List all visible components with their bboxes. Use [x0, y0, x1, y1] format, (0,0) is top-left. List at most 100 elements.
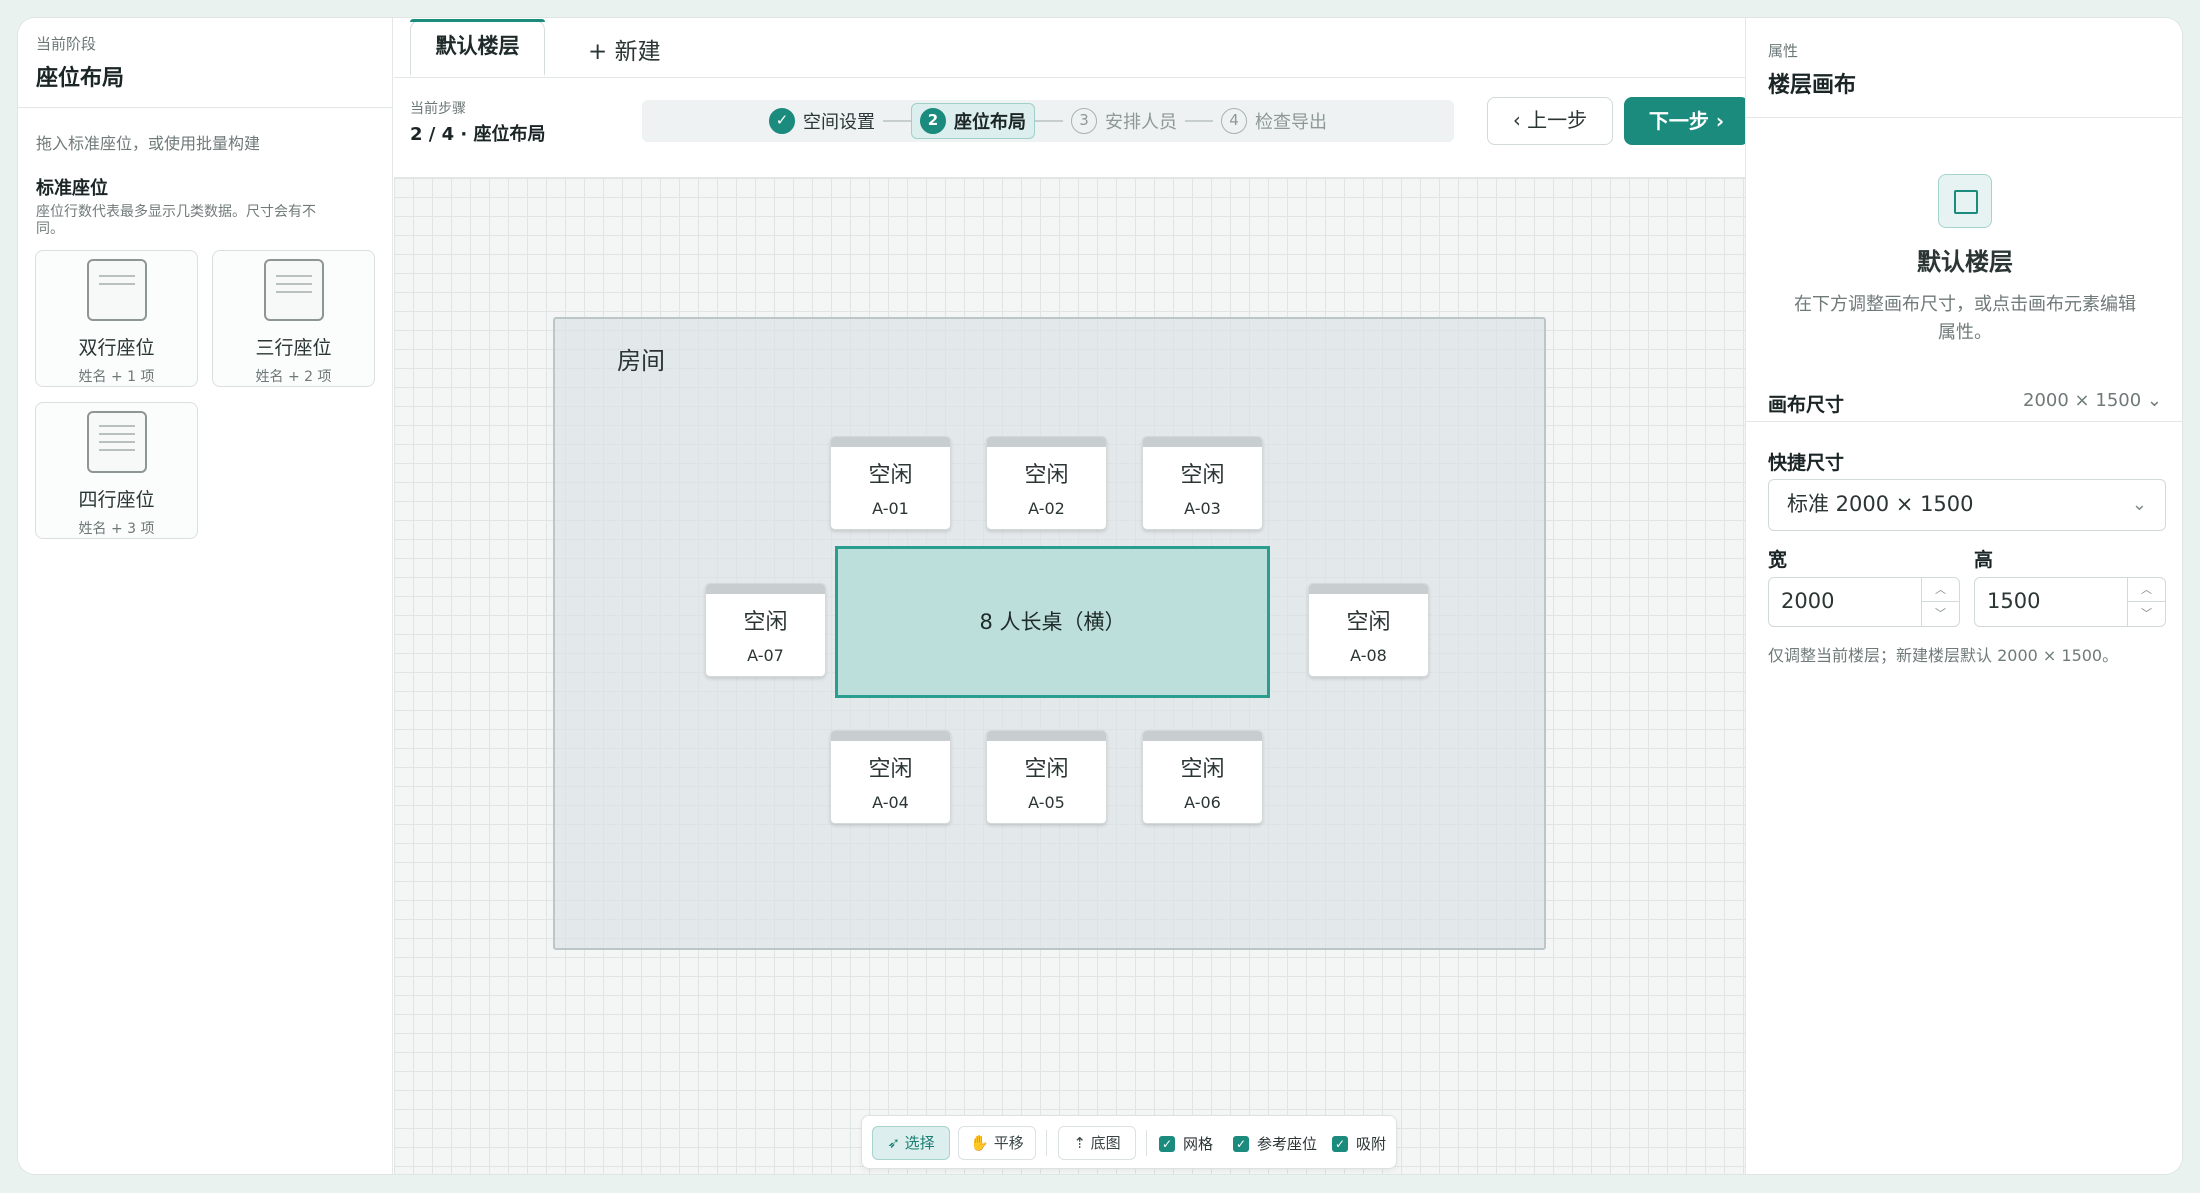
underlay-label: 底图 — [1090, 1134, 1121, 1152]
step-number: 4 — [1221, 108, 1247, 134]
canvas-size-value: 2000 × 1500 ⌄ — [2023, 390, 2162, 411]
step-label: 检查导出 — [1255, 112, 1327, 133]
ref-seats-toggle[interactable]: ✓ 参考座位 — [1233, 1133, 1317, 1154]
seat-card[interactable]: 空闲 A-02 — [986, 436, 1107, 530]
next-step-label: 下一步 — [1648, 109, 1709, 133]
pan-tool-button[interactable]: ✋ 平移 — [958, 1126, 1036, 1160]
chevron-down-icon: ﹀ — [1935, 607, 1946, 620]
seat-card[interactable]: 空闲 A-01 — [830, 436, 951, 530]
quick-size-select[interactable]: 标准 2000 × 1500 ⌄ — [1768, 479, 2166, 531]
width-stepper[interactable]: ︿ ﹀ — [1921, 578, 1959, 626]
seat-card[interactable]: 空闲 A-05 — [986, 730, 1107, 824]
seat-status: 空闲 — [1024, 757, 1069, 782]
height-label: 高 — [1974, 549, 1994, 571]
height-input[interactable]: 1500 ︿ ﹀ — [1974, 577, 2166, 627]
seat-card[interactable]: 空闲 A-04 — [830, 730, 951, 824]
seat-header-bar — [987, 731, 1106, 741]
underlay-button[interactable]: ⇡ 底图 — [1058, 1126, 1136, 1160]
properties-title: 楼层画布 — [1768, 73, 1857, 98]
floor-desc: 在下方调整画布尺寸，或点击画布元素编辑属性。 — [1794, 294, 2136, 343]
grid-toggle[interactable]: ✓ 网格 — [1159, 1133, 1213, 1154]
width-value: 2000 — [1781, 589, 1835, 613]
seat-two-row-icon — [86, 259, 147, 321]
seat-status: 空闲 — [743, 610, 788, 635]
toolbar-divider — [1046, 1130, 1047, 1156]
seat-type-sub: 姓名 + 2 项 — [255, 369, 332, 385]
cursor-icon: ➶ — [887, 1134, 905, 1152]
chevron-down-icon: ﹀ — [2141, 607, 2152, 620]
floor-tabs: 默认楼层 + 新建 — [394, 18, 1745, 78]
seat-header-bar — [831, 731, 950, 741]
next-step-button[interactable]: 下一步 › — [1624, 97, 1749, 145]
seat-type-four-row[interactable]: 四行座位 姓名 + 3 项 — [35, 402, 198, 539]
tab-default-floor[interactable]: 默认楼层 — [410, 19, 545, 76]
snap-toggle[interactable]: ✓ 吸附 — [1332, 1133, 1386, 1154]
seat-header-bar — [1143, 437, 1262, 447]
seat-type-sub: 姓名 + 1 项 — [78, 369, 155, 385]
checkbox-checked-icon: ✓ — [1233, 1135, 1249, 1152]
step-space-setup[interactable]: ✓ 空间设置 — [761, 103, 883, 139]
seat-id: A-05 — [1028, 793, 1065, 812]
checkbox-checked-icon: ✓ — [1332, 1135, 1348, 1152]
size-note: 仅调整当前楼层；新建楼层默认 2000 × 1500。 — [1768, 646, 2119, 665]
step-check-export[interactable]: 4 检查导出 — [1213, 103, 1335, 139]
prev-step-label: 上一步 — [1527, 108, 1588, 132]
canvas-toolbar: ➶ 选择 ✋ 平移 ⇡ 底图 ✓ 网格 ✓ 参考座位 ✓ 吸附 — [861, 1115, 1397, 1169]
seat-type-three-row[interactable]: 三行座位 姓名 + 2 项 — [212, 250, 375, 387]
width-label: 宽 — [1768, 549, 1788, 571]
pan-label: 平移 — [993, 1134, 1024, 1152]
step-assign-people[interactable]: 3 安排人员 — [1063, 103, 1185, 139]
seat-header-bar — [987, 437, 1106, 447]
seat-type-sub: 姓名 + 3 项 — [78, 521, 155, 537]
long-table[interactable]: 8 人长桌（横） — [835, 546, 1270, 698]
width-input[interactable]: 2000 ︿ ﹀ — [1768, 577, 1960, 627]
seat-four-row-icon — [86, 411, 147, 473]
quick-size-label: 快捷尺寸 — [1768, 452, 1845, 474]
seat-type-name: 双行座位 — [78, 337, 155, 359]
step-divider — [1035, 120, 1063, 122]
stage-title: 座位布局 — [36, 66, 125, 91]
select-tool-button[interactable]: ➶ 选择 — [872, 1126, 950, 1160]
chevron-up-icon: ︿ — [1922, 578, 1959, 602]
grid-label: 网格 — [1183, 1135, 1214, 1153]
snap-label: 吸附 — [1356, 1135, 1387, 1153]
seat-type-two-row[interactable]: 双行座位 姓名 + 1 项 — [35, 250, 198, 387]
step-seat-layout[interactable]: 2 座位布局 — [911, 103, 1035, 139]
stage-label: 当前阶段 — [36, 35, 97, 53]
seat-card[interactable]: 空闲 A-08 — [1308, 583, 1429, 677]
room-label: 房间 — [617, 347, 665, 375]
section-desc: 座位行数代表最多显示几类数据。尺寸会有不同。 — [36, 204, 316, 237]
floor-canvas[interactable]: 房间 8 人长桌（横） 空闲 A-01 空闲 A-02 空闲 A-03 空闲 A… — [394, 178, 1745, 1174]
seat-type-name: 四行座位 — [78, 489, 155, 511]
square-icon — [1938, 174, 1992, 228]
step-label: 座位布局 — [954, 112, 1026, 133]
seat-card[interactable]: 空闲 A-06 — [1142, 730, 1263, 824]
canvas-size-row[interactable]: 画布尺寸 2000 × 1500 ⌄ — [1768, 390, 2162, 417]
current-step-value: 2 / 4 · 座位布局 — [410, 124, 546, 145]
seat-header-bar — [831, 437, 950, 447]
step-divider — [1185, 120, 1213, 122]
seat-card[interactable]: 空闲 A-03 — [1142, 436, 1263, 530]
prev-step-button[interactable]: ‹ 上一步 — [1487, 97, 1613, 145]
section-title: 标准座位 — [36, 178, 108, 199]
add-floor-button[interactable]: + 新建 — [588, 32, 661, 66]
properties-header: 属性 楼层画布 — [1746, 18, 2182, 118]
seat-type-name: 三行座位 — [255, 337, 332, 359]
floor-name: 默认楼层 — [1917, 248, 2013, 276]
seat-card[interactable]: 空闲 A-07 — [705, 583, 826, 677]
upload-icon: ⇡ — [1073, 1134, 1091, 1152]
step-label: 空间设置 — [803, 112, 875, 133]
seat-status: 空闲 — [1024, 463, 1069, 488]
seat-id: A-08 — [1350, 646, 1387, 665]
seat-id: A-07 — [747, 646, 784, 665]
height-stepper[interactable]: ︿ ﹀ — [2127, 578, 2165, 626]
seat-id: A-06 — [1184, 793, 1221, 812]
app-window: 当前阶段 座位布局 拖入标准座位，或使用批量构建 标准座位 座位行数代表最多显示… — [17, 17, 2183, 1175]
step-number: 3 — [1071, 108, 1097, 134]
dimension-labels: 宽 高 — [1768, 545, 2162, 572]
seat-status: 空闲 — [868, 757, 913, 782]
toolbar-divider — [1146, 1130, 1147, 1156]
properties-label: 属性 — [1768, 42, 1799, 60]
main-area: 默认楼层 + 新建 当前步骤 2 / 4 · 座位布局 ✓ 空间设置 2 座位布… — [394, 18, 1749, 1174]
floor-summary: 默认楼层 在下方调整画布尺寸，或点击画布元素编辑属性。 — [1746, 174, 2182, 422]
